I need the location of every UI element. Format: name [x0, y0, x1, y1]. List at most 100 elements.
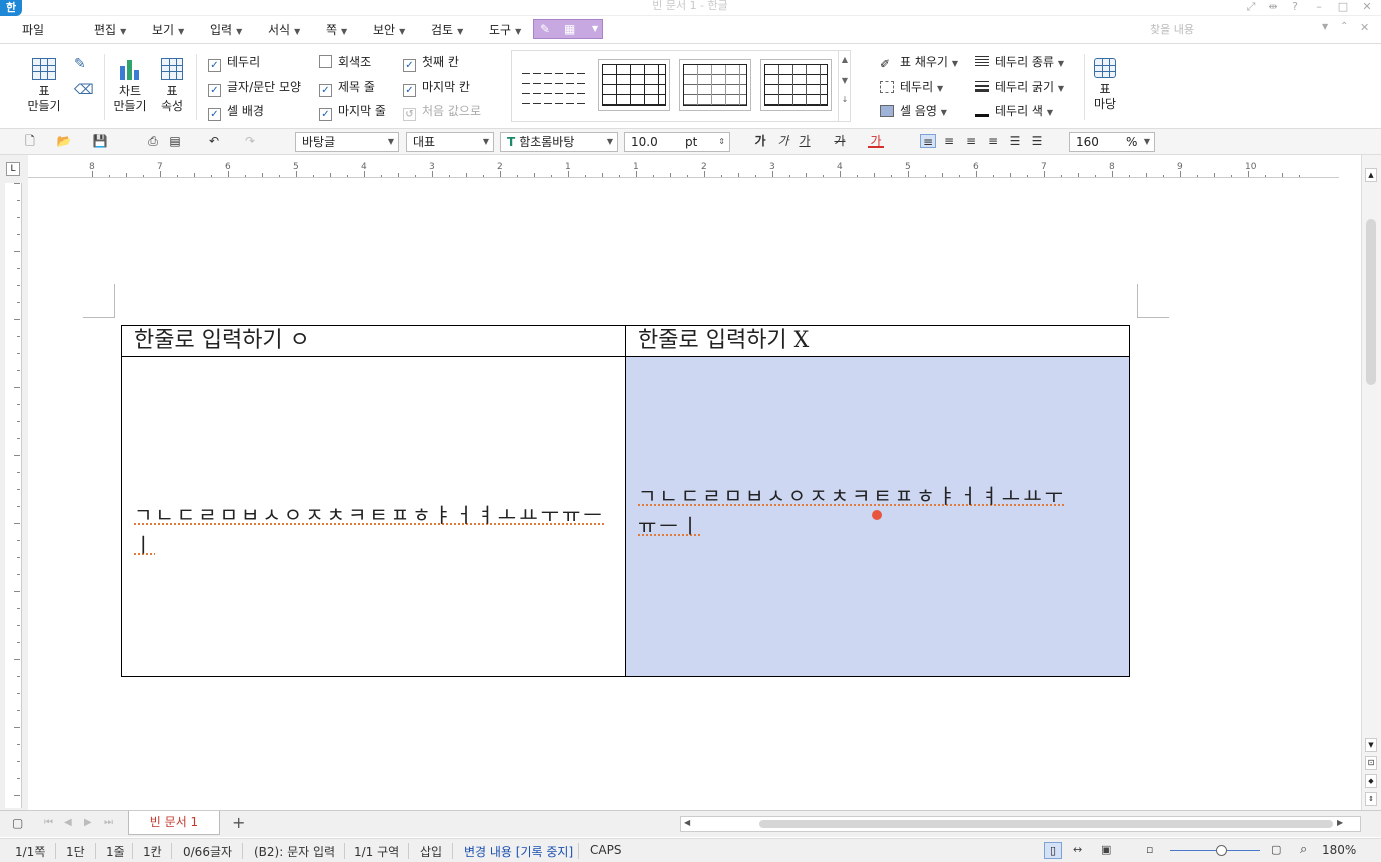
horizontal-scrollbar[interactable]: ◀ ▶ [680, 816, 1361, 832]
sheet-icon[interactable]: ▢ [12, 816, 23, 830]
undo-icon[interactable]: ↶ [206, 134, 222, 148]
collapse-up-icon[interactable]: ⌃ [1340, 21, 1348, 32]
divide-icon[interactable]: ☰ [1029, 134, 1045, 148]
italic-button[interactable]: 가 [775, 134, 791, 148]
border-button[interactable]: 테두리 ▼ [880, 79, 943, 97]
scroll-right-icon[interactable]: ▶ [1337, 818, 1343, 827]
zoom-in-icon[interactable]: ▢ [1271, 843, 1281, 856]
scroll-up-icon[interactable]: ▲ [1365, 168, 1377, 182]
vertical-ruler[interactable] [5, 183, 22, 808]
gallery-more-icon[interactable]: ↓ [839, 95, 851, 104]
justify-icon[interactable]: ≡ [920, 134, 936, 149]
create-table-button[interactable]: 표 만들기 [22, 58, 66, 114]
menu-edit[interactable]: 편집 ▼ [94, 17, 126, 43]
next-tab-icon[interactable]: ▶ [84, 817, 92, 828]
tab-document-1[interactable]: 빈 문서 1 [128, 811, 220, 835]
prev-page-icon[interactable]: ◆ [1365, 774, 1377, 788]
gallery-down-icon[interactable]: ▼ [839, 76, 851, 85]
new-document-icon[interactable]: 🗋 [22, 134, 38, 148]
menu-insert[interactable]: 입력 ▼ [210, 17, 242, 43]
table-properties-button[interactable]: 표 속성 [154, 58, 190, 114]
document-table[interactable]: 한줄로 입력하기 ㅇ 한줄로 입력하기 X ㄱㄴㄷㄹㅁㅂㅅㅇㅈㅊㅋㅌㅍㅎㅑㅓㅕㅗ… [121, 325, 1130, 677]
checkbox-char-para[interactable]: ✓ 글자/문단 모양 [208, 79, 301, 97]
align-right-icon[interactable]: ≡ [985, 134, 1001, 148]
zoom-out-icon[interactable]: ▫ [1146, 843, 1153, 856]
menu-format[interactable]: 서식 ▼ [268, 17, 300, 43]
create-chart-button[interactable]: 차트 만들기 [110, 58, 150, 114]
add-tab-button[interactable]: + [232, 813, 245, 832]
help-icon[interactable]: ? [1284, 0, 1306, 14]
checkbox-border[interactable]: ✓ 테두리 [208, 54, 260, 72]
menu-page[interactable]: 쪽 ▼ [326, 17, 347, 43]
bold-button[interactable]: 가 [752, 134, 768, 148]
table-style-gallery[interactable]: ▲ ▼ ↓ [511, 50, 851, 122]
table-cell-a2[interactable]: ㄱㄴㄷㄹㅁㅂㅅㅇㅈㅊㅋㅌㅍㅎㅑㅓㅕㅗㅛㅜㅠㅡㅣ [121, 356, 626, 677]
font-select[interactable]: T 함초롬바탕 ▼ [500, 132, 618, 152]
fullscreen-icon[interactable]: ⤢ [1240, 0, 1262, 14]
next-page-icon[interactable]: ⇕ [1365, 792, 1377, 806]
align-left-icon[interactable]: ≡ [941, 134, 957, 148]
ribbon-close-icon[interactable]: ✕ [1360, 21, 1369, 34]
vertical-scrollbar[interactable]: ▲ ▼ ⊡ ◆ ⇕ [1361, 155, 1381, 810]
zoom-slider-handle[interactable] [1216, 845, 1227, 856]
language-select[interactable]: 대표 ▼ [406, 132, 494, 152]
close-button[interactable]: ✕ [1356, 0, 1378, 14]
scroll-down-icon[interactable]: ▼ [1365, 738, 1377, 752]
checkbox-cell-bg[interactable]: ✓ 셀 배경 [208, 103, 264, 121]
redo-icon[interactable]: ↷ [242, 134, 258, 148]
underline-button[interactable]: 가 [797, 134, 813, 148]
menu-security[interactable]: 보안 ▼ [373, 17, 405, 43]
menu-view[interactable]: 보기 ▼ [152, 17, 184, 43]
distribute-icon[interactable]: ☰ [1007, 134, 1023, 148]
page-view-icon[interactable]: ▣ [1101, 843, 1111, 856]
tab-type-button[interactable]: L [6, 162, 20, 176]
border-color-button[interactable]: 테두리 색 ▼ [975, 103, 1053, 121]
open-folder-icon[interactable]: 📂 [56, 134, 72, 148]
horizontal-ruler[interactable]: 8 7 6 5 4 3 2 1 1 2 3 4 5 6 7 8 9 10 [28, 160, 1339, 178]
preview-icon[interactable]: ▤ [167, 134, 183, 148]
status-track-changes[interactable]: 변경 내용 [기록 중지] [464, 843, 573, 860]
menu-tools[interactable]: 도구 ▼ [489, 17, 521, 43]
border-width-button[interactable]: 테두리 굵기 ▼ [975, 79, 1064, 97]
resize-icon[interactable]: ⇹ [1262, 0, 1284, 14]
strikethrough-button[interactable]: 가 [832, 134, 848, 148]
status-zoom[interactable]: 180% [1322, 843, 1356, 857]
page-up-icon[interactable]: ⊡ [1365, 756, 1377, 770]
border-type-button[interactable]: 테두리 종류 ▼ [975, 54, 1064, 72]
style-select[interactable]: 바탕글 ▼ [295, 132, 399, 152]
table-cell-b1[interactable]: 한줄로 입력하기 X [625, 325, 1130, 357]
align-center-icon[interactable]: ≡ [963, 134, 979, 148]
menu-review[interactable]: 검토 ▼ [431, 17, 463, 43]
scroll-thumb[interactable] [1366, 219, 1376, 385]
gallery-up-icon[interactable]: ▲ [839, 55, 851, 64]
table-style-lined[interactable] [760, 59, 832, 111]
status-insert-mode[interactable]: 삽입 [420, 843, 442, 860]
fill-table-button[interactable]: ✐ 표 채우기 ▼ [880, 54, 958, 72]
font-size-input[interactable]: 10.0 pt ⇕ [624, 132, 730, 152]
eraser-icon[interactable]: ⌫ [74, 82, 94, 98]
table-cell-a1[interactable]: 한줄로 입력하기 ㅇ [121, 325, 626, 357]
status-page[interactable]: 1/1쪽 [15, 843, 45, 860]
checkbox-last-col[interactable]: ✓ 마지막 칸 [403, 79, 470, 97]
scroll-left-icon[interactable]: ◀ [684, 818, 690, 827]
checkbox-grayscale[interactable]: 회색조 [319, 54, 371, 70]
cell-shading-button[interactable]: 셀 음영 ▼ [880, 103, 947, 121]
prev-tab-icon[interactable]: ◀ [64, 817, 72, 828]
search-input[interactable]: 찾을 내용 [1150, 20, 1330, 40]
zoom-input[interactable]: 160% ▼ [1069, 132, 1155, 152]
table-design-tab[interactable]: ✎ ▦ ▼ [533, 19, 603, 39]
minimize-button[interactable]: – [1308, 0, 1330, 14]
first-tab-icon[interactable]: ⏮ [44, 817, 53, 828]
normal-view-icon[interactable]: ▯ [1044, 842, 1062, 859]
print-icon[interactable]: ⎙ [145, 134, 161, 148]
last-tab-icon[interactable]: ⏭ [104, 817, 113, 828]
table-style-grid[interactable] [598, 59, 670, 111]
reset-defaults-button[interactable]: ↺ 처음 값으로 [403, 103, 481, 121]
font-color-button[interactable]: 가 [868, 134, 884, 148]
h-scroll-thumb[interactable] [759, 820, 1333, 828]
menu-file[interactable]: 파일 [22, 17, 44, 43]
maximize-button[interactable]: □ [1332, 0, 1354, 14]
gallery-scroll[interactable]: ▲ ▼ ↓ [838, 51, 851, 121]
checkbox-last-row[interactable]: ✓ 마지막 줄 [319, 103, 386, 121]
checkbox-first-col[interactable]: ✓ 첫째 칸 [403, 54, 459, 72]
